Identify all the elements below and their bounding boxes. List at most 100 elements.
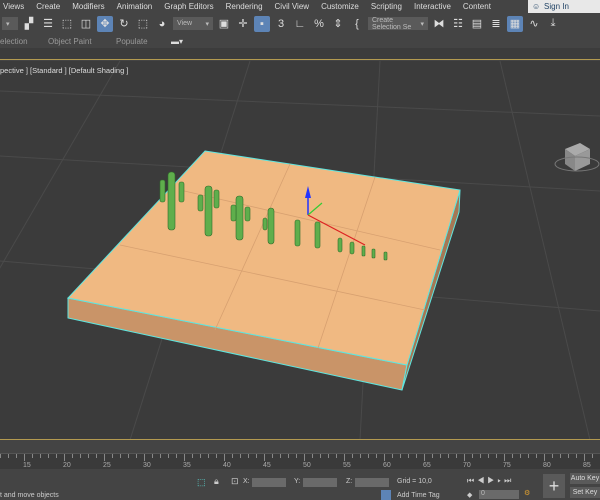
- ribbon-tab-populate[interactable]: Populate: [116, 37, 164, 46]
- ruler-tick: [360, 454, 361, 458]
- ruler-tick: [328, 454, 329, 458]
- select-object-icon[interactable]: ▞: [21, 16, 37, 32]
- platform-top-face[interactable]: [67, 150, 461, 366]
- frame-tick-label: 45: [263, 462, 271, 469]
- playback-controls[interactable]: ⏮◀▶▸⏭: [467, 476, 514, 486]
- move-icon[interactable]: ✥: [97, 15, 113, 32]
- viewcube-icon[interactable]: [554, 143, 600, 172]
- ruler-tick: [208, 454, 209, 458]
- ruler-tick: [248, 454, 249, 458]
- timeline[interactable]: 15 20 25 30 35 40 45 50 55 60 65 70 75 80 85: [0, 441, 600, 471]
- menu-modifiers[interactable]: Modifiers: [69, 2, 113, 11]
- ruler-tick: [456, 454, 457, 458]
- menu-create[interactable]: Create: [33, 2, 69, 11]
- ruler-tick: [232, 454, 233, 458]
- ruler-tick: [176, 454, 177, 458]
- y-coordinate-field[interactable]: [303, 478, 337, 487]
- menu-scripting[interactable]: Scripting: [368, 2, 411, 11]
- frame-tick-label: 60: [383, 462, 391, 469]
- sign-in-label: Sign In: [544, 2, 569, 11]
- ruler-tick: [104, 454, 105, 461]
- ruler-tick: [368, 454, 369, 458]
- frame-tick-label: 35: [183, 462, 191, 469]
- lock-icon[interactable]: 🔒︎: [214, 476, 219, 487]
- curve-editor-icon[interactable]: ∿: [526, 16, 542, 32]
- selection-filter-dropdown[interactable]: ▾: [2, 17, 18, 30]
- ruler-tick: [576, 454, 577, 458]
- scale-icon[interactable]: ⬚: [135, 16, 151, 32]
- ruler-tick: [48, 454, 49, 458]
- sign-in-button[interactable]: ☺ Sign In: [528, 0, 600, 13]
- frame-tick-label: 20: [63, 462, 71, 469]
- z-coordinate-field[interactable]: [355, 478, 389, 487]
- frame-tick-label: 55: [343, 462, 351, 469]
- grid-size-text: Grid = 10,0: [397, 478, 432, 485]
- layer-explorer-icon[interactable]: ≣: [488, 16, 504, 32]
- window-crossing-icon[interactable]: ◫: [78, 16, 94, 32]
- align-icon[interactable]: ☷: [450, 16, 466, 32]
- perspective-viewport[interactable]: pective ] [Standard ] [Default Shading ]: [0, 61, 600, 440]
- ruler-tick: [160, 454, 161, 458]
- axis-constraint-icon[interactable]: ✛: [235, 16, 251, 32]
- menu-civil-view[interactable]: Civil View: [272, 2, 319, 11]
- frame-tick-label: 65: [423, 462, 431, 469]
- ribbon-tab-object-paint[interactable]: Object Paint: [48, 37, 102, 46]
- y-label: Y:: [294, 478, 301, 485]
- ruler-tick: [304, 454, 305, 461]
- rotate-icon[interactable]: ↻: [116, 16, 132, 32]
- ribbon-toggle-icon[interactable]: ▦: [507, 15, 523, 32]
- frame-tick-label: 25: [103, 462, 111, 469]
- ruler-tick: [0, 454, 1, 458]
- menu-graph-editors[interactable]: Graph Editors: [161, 2, 222, 11]
- auto-key-button[interactable]: Auto Key: [570, 473, 600, 484]
- spinner-snap-icon[interactable]: ⇕: [330, 16, 346, 32]
- viewport-label[interactable]: pective ] [Standard ] [Default Shading ]: [0, 66, 128, 75]
- menu-views[interactable]: Views: [0, 2, 33, 11]
- ruler-tick: [168, 454, 169, 458]
- ruler-tick: [392, 454, 393, 458]
- scene-explorer-icon[interactable]: ▤: [469, 16, 485, 32]
- set-key-button[interactable]: Set Key: [570, 487, 600, 498]
- ruler-tick: [536, 454, 537, 458]
- menu-animation[interactable]: Animation: [114, 2, 162, 11]
- select-manipulate-icon[interactable]: ▪: [254, 15, 270, 32]
- ruler-tick: [312, 454, 313, 458]
- track-bar[interactable]: 15 20 25 30 35 40 45 50 55 60 65 70 75 80 85: [0, 453, 600, 469]
- percent-snap-icon[interactable]: %: [311, 16, 327, 32]
- isolate-icon[interactable]: ⬚: [197, 477, 206, 488]
- ribbon-tab-selection[interactable]: election: [0, 37, 43, 46]
- select-by-name-icon[interactable]: ☰: [40, 16, 56, 32]
- angle-snap-icon[interactable]: ∟: [292, 16, 308, 32]
- set-key-filter-button[interactable]: +: [543, 474, 565, 498]
- rect-selection-icon[interactable]: ⬚: [59, 16, 75, 32]
- menu-interactive[interactable]: Interactive: [411, 2, 460, 11]
- current-frame-field[interactable]: 0: [479, 490, 519, 499]
- time-tag-icon[interactable]: [381, 490, 391, 500]
- placement-icon[interactable]: ◕: [154, 16, 170, 32]
- named-selection-dropdown[interactable]: Create Selection Se ▾: [368, 17, 428, 31]
- ruler-tick: [192, 454, 193, 458]
- add-time-tag-button[interactable]: Add Time Tag: [397, 492, 440, 499]
- ruler-tick: [240, 454, 241, 458]
- pivot-icon[interactable]: ▣: [216, 16, 232, 32]
- ruler-tick: [568, 454, 569, 458]
- absolute-mode-icon[interactable]: ⊡: [231, 476, 239, 487]
- menu-rendering[interactable]: Rendering: [223, 2, 272, 11]
- reference-coordinate-dropdown[interactable]: View ▾: [173, 17, 213, 30]
- ruler-tick: [496, 454, 497, 458]
- schematic-icon[interactable]: ⤓: [545, 16, 561, 32]
- ruler-tick: [200, 454, 201, 458]
- key-mode-icon[interactable]: ◆: [467, 491, 472, 499]
- menu-customize[interactable]: Customize: [318, 2, 368, 11]
- ruler-tick: [184, 454, 185, 461]
- edit-named-selection-icon[interactable]: {: [349, 16, 365, 32]
- mirror-icon[interactable]: ⧓: [431, 16, 447, 32]
- ribbon-options-icon[interactable]: ▬▾: [171, 37, 183, 46]
- ruler-tick: [120, 454, 121, 458]
- ruler-tick: [488, 454, 489, 458]
- x-coordinate-field[interactable]: [252, 478, 286, 487]
- menu-content[interactable]: Content: [460, 2, 500, 11]
- snap-3d-icon[interactable]: 3: [273, 16, 289, 32]
- time-config-icon[interactable]: ⚙: [524, 489, 530, 497]
- ruler-tick: [408, 454, 409, 458]
